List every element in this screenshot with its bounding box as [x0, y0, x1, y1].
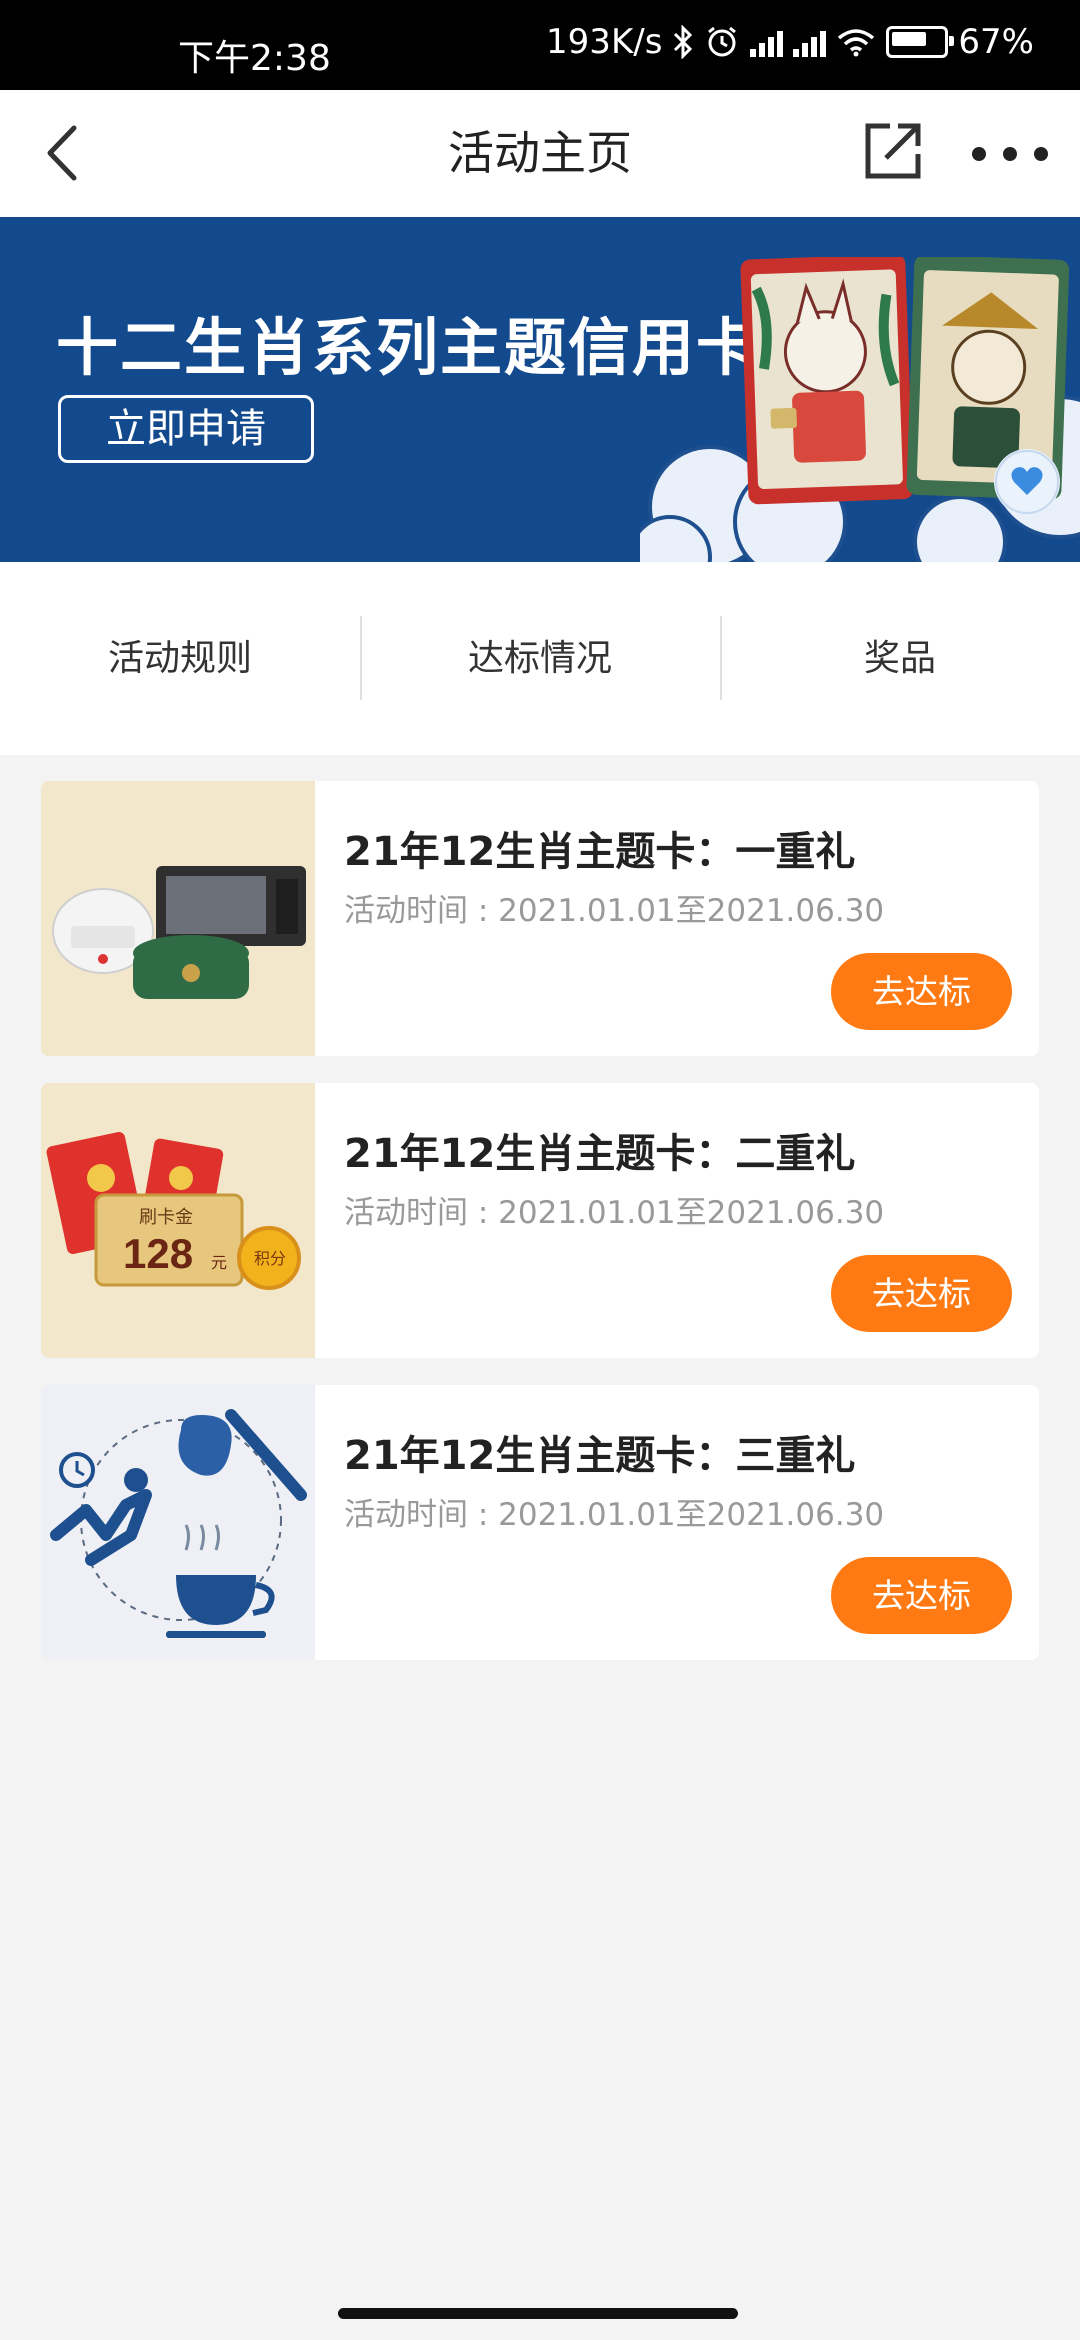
zodiac-cards-illustration	[640, 257, 1080, 562]
share-icon[interactable]	[860, 118, 926, 184]
coupon-label: 刷卡金	[139, 1207, 193, 1227]
points-label: 积分	[254, 1250, 286, 1268]
signal-hd-icon	[793, 27, 827, 57]
wifi-icon	[838, 29, 875, 57]
tab-rules[interactable]: 活动规则	[0, 562, 360, 755]
status-icons: 193K/s 67%	[546, 22, 1034, 62]
tab-bar: 活动规则 达标情况 奖品	[0, 562, 1080, 755]
activity-item[interactable]: 21年12生肖主题卡：三重礼 活动时间 : 2021.01.01至2021.06…	[41, 1385, 1039, 1660]
signal-hd-icon	[750, 27, 784, 57]
promo-banner[interactable]: 十二生肖系列主题信用卡 立即申请	[0, 217, 1080, 562]
more-dots-icon[interactable]	[972, 134, 1048, 174]
go-qualify-button[interactable]: 去达标	[831, 1557, 1012, 1634]
activity-title: 21年12生肖主题卡：二重礼	[344, 1131, 856, 1177]
activity-time: 活动时间 : 2021.01.01至2021.06.30	[344, 1497, 885, 1533]
activity-item[interactable]: 21年12生肖主题卡：一重礼 活动时间 : 2021.01.01至2021.06…	[41, 781, 1039, 1056]
tab-prizes[interactable]: 奖品	[720, 562, 1080, 755]
activity-time: 活动时间 : 2021.01.01至2021.06.30	[344, 1195, 885, 1231]
network-speed: 193K/s	[546, 22, 663, 62]
go-qualify-button[interactable]: 去达标	[831, 953, 1012, 1030]
activity-title: 21年12生肖主题卡：三重礼	[344, 1433, 856, 1479]
tab-progress[interactable]: 达标情况	[360, 562, 720, 755]
appliances-image	[41, 781, 315, 1056]
back-chevron-icon[interactable]	[40, 120, 100, 186]
activity-list: 21年12生肖主题卡：一重礼 活动时间 : 2021.01.01至2021.06…	[41, 781, 1039, 1687]
battery-level: 67%	[958, 22, 1034, 62]
activity-item[interactable]: 刷卡金 128 元 积分 21年12生肖主题卡：二重礼 活动时间 : 2021.…	[41, 1083, 1039, 1358]
coupon-value: 128	[123, 1230, 193, 1277]
bluetooth-icon	[674, 25, 693, 59]
alarm-icon	[708, 26, 737, 57]
services-image	[41, 1385, 315, 1660]
activity-time: 活动时间 : 2021.01.01至2021.06.30	[344, 893, 885, 929]
battery-icon	[886, 26, 955, 58]
apply-button[interactable]: 立即申请	[58, 395, 314, 463]
header: 活动主页	[0, 90, 1080, 218]
go-qualify-button[interactable]: 去达标	[831, 1255, 1012, 1332]
heart-icon[interactable]	[994, 449, 1060, 515]
activity-title: 21年12生肖主题卡：一重礼	[344, 829, 856, 875]
status-bar: 下午2:38 193K/s 67%	[0, 0, 1080, 90]
status-time: 下午2:38	[178, 38, 331, 79]
home-indicator[interactable]	[338, 2308, 738, 2319]
coupon-unit: 元	[211, 1255, 227, 1272]
cash-coupon-image: 刷卡金 128 元 积分	[41, 1083, 315, 1358]
